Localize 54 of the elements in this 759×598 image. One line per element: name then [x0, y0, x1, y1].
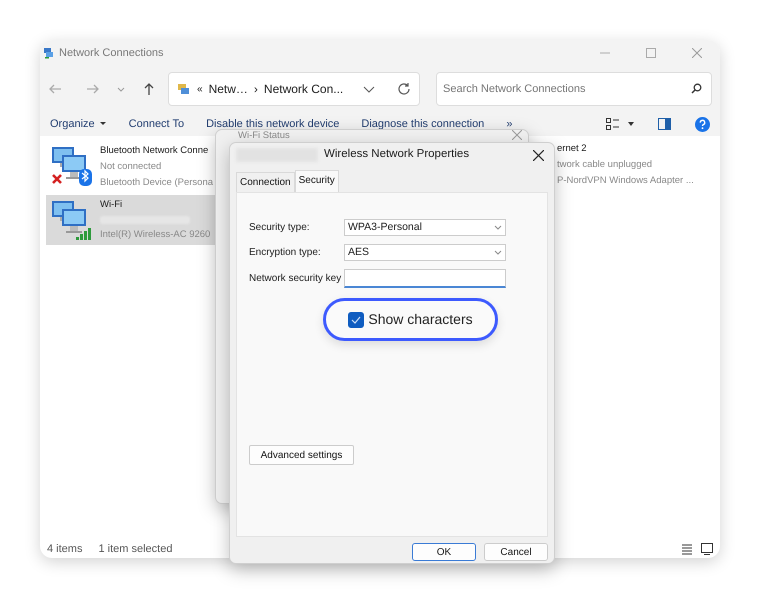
- toolbar-button[interactable]: »: [506, 116, 512, 132]
- address-bar[interactable]: « Netw… › Network Con...: [168, 72, 420, 106]
- details-view-icon[interactable]: [681, 543, 693, 555]
- help-icon[interactable]: [695, 116, 710, 132]
- tab[interactable]: Security: [294, 170, 339, 192]
- connection-name: ernet 2: [557, 142, 588, 156]
- tiles-view-icon[interactable]: [701, 543, 713, 555]
- dialog-title: Wi-Fi Status: [238, 130, 290, 141]
- checkbox-label[interactable]: Show characters: [368, 309, 473, 330]
- overflow-chevron[interactable]: «: [197, 82, 203, 96]
- dropdown[interactable]: AES: [344, 244, 506, 261]
- field-label: Security type:: [249, 221, 311, 235]
- toolbar-button[interactable]: Organize: [50, 116, 107, 132]
- window-title: Network Connections: [59, 46, 164, 61]
- connection-item[interactable]: Wi-Fi Intel(R) Wireless-AC 9260: [46, 195, 216, 245]
- breadcrumb[interactable]: Network Con...: [264, 80, 344, 98]
- close-icon[interactable]: [533, 150, 544, 160]
- up-arrow-icon[interactable]: [142, 82, 156, 96]
- dropdown[interactable]: WPA3-Personal: [344, 219, 506, 236]
- view-options-icon[interactable]: [606, 118, 634, 130]
- network-folder-icon: [43, 47, 55, 59]
- dialog-button[interactable]: OK: [412, 543, 476, 561]
- search-icon: [691, 83, 702, 94]
- device-name: P-NordVPN Windows Adapter ...: [557, 174, 694, 188]
- caret-icon: [98, 120, 107, 127]
- chevron-icon: [494, 250, 502, 256]
- toolbar-button[interactable]: Connect To: [128, 116, 184, 132]
- refresh-icon[interactable]: [397, 82, 411, 96]
- tab[interactable]: Connection: [236, 172, 295, 192]
- status-text: 1 item selected: [98, 542, 172, 557]
- chevron-icon: [494, 224, 502, 230]
- breadcrumb-separator: ›: [254, 81, 258, 98]
- status-text: 4 items: [47, 542, 82, 557]
- device-name: Bluetooth Device (Persona: [100, 176, 214, 190]
- preview-pane-icon[interactable]: [658, 118, 671, 130]
- connection-status: Not connected: [100, 160, 162, 174]
- search-field[interactable]: Search Network Connections: [436, 72, 712, 106]
- advanced-settings-button[interactable]: Advanced settings: [249, 445, 354, 465]
- network-folder-icon: [177, 82, 191, 96]
- dialog-button[interactable]: Cancel: [484, 543, 548, 561]
- breadcrumb[interactable]: Netw…: [208, 80, 248, 98]
- toolbar-button[interactable]: Disable this network device: [206, 116, 340, 132]
- input-field[interactable]: [344, 269, 506, 288]
- checkmark-icon: [351, 316, 362, 324]
- field-label: Network security key: [249, 272, 342, 286]
- connection-status: twork cable unplugged: [557, 158, 654, 172]
- connection-name: Bluetooth Network Conne: [100, 144, 210, 158]
- dialog-title: Wireless Network Properties: [324, 147, 470, 162]
- device-name: Intel(R) Wireless-AC 9260: [100, 228, 210, 242]
- connection-name: Wi-Fi: [100, 198, 124, 212]
- toolbar-button[interactable]: Diagnose this connection: [361, 116, 484, 132]
- field-label: Encryption type:: [249, 246, 322, 260]
- checkbox[interactable]: [348, 312, 364, 328]
- connection-item[interactable]: Bluetooth Network Conne Not connected Bluetooth Device (Persona: [46, 141, 216, 191]
